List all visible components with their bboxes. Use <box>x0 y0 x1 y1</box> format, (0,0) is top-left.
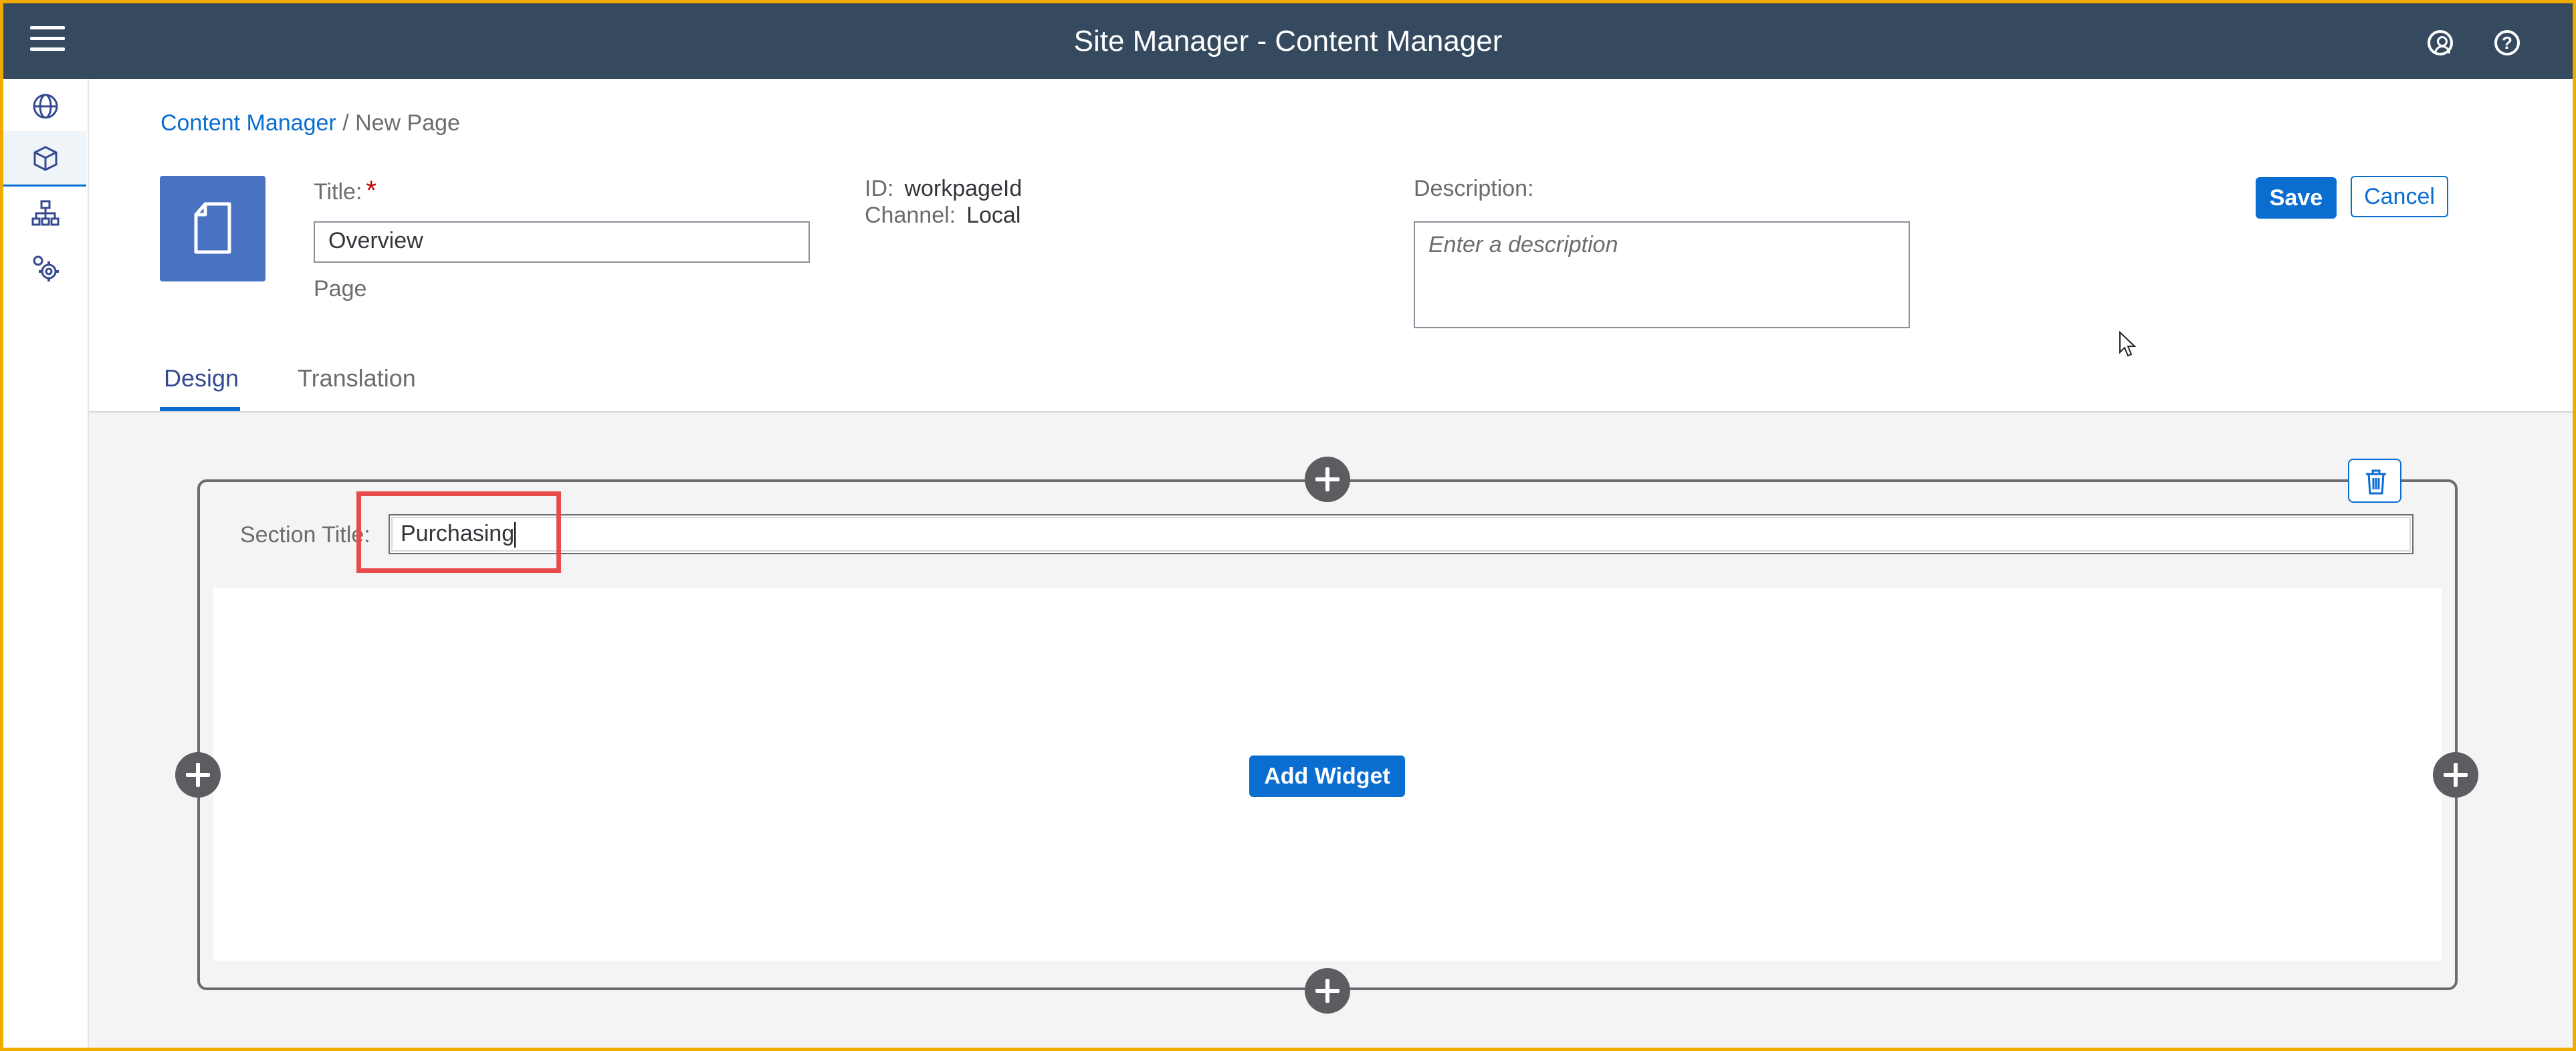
side-navigation <box>3 79 89 1048</box>
nav-item-structure[interactable] <box>3 186 86 239</box>
nav-item-sites[interactable] <box>3 79 86 132</box>
breadcrumb-current: New Page <box>355 110 460 136</box>
mouse-cursor-icon <box>2119 331 2136 357</box>
channel-value: Local <box>966 203 1021 228</box>
globe-icon <box>33 94 58 119</box>
app-window: Site Manager - Content Manager ? Content… <box>0 0 2576 1051</box>
required-marker: * <box>366 176 377 205</box>
title-label-text: Title: <box>314 179 362 205</box>
sitemap-icon <box>31 200 60 226</box>
shell-title: Site Manager - Content Manager <box>1073 25 1503 57</box>
tab-design[interactable]: Design <box>164 364 239 392</box>
user-icon[interactable] <box>2428 30 2453 55</box>
add-section-above-icon[interactable] <box>1305 457 1350 502</box>
section-title-input[interactable]: Purchasing <box>389 514 2413 554</box>
save-button[interactable]: Save <box>2256 177 2337 219</box>
document-icon <box>194 202 231 254</box>
cancel-button[interactable]: Cancel <box>2351 176 2448 217</box>
add-widget-button[interactable]: Add Widget <box>1249 755 1405 797</box>
help-icon[interactable]: ? <box>2494 30 2520 55</box>
settings-gears-icon <box>33 255 59 281</box>
id-value: workpageId <box>904 176 1023 201</box>
cube-icon <box>33 146 58 171</box>
section-title-label: Section Title: <box>240 522 370 548</box>
add-column-left-icon[interactable] <box>175 752 221 798</box>
trash-icon <box>2366 469 2386 495</box>
title-label: Title: * <box>314 176 377 206</box>
delete-section-button[interactable] <box>2348 459 2401 503</box>
channel-label: Channel: <box>865 203 956 228</box>
channel-row: Channel: Local <box>865 203 1021 229</box>
page-type-tile <box>160 176 265 281</box>
breadcrumb-link-content-manager[interactable]: Content Manager <box>160 110 336 136</box>
description-textarea[interactable]: Enter a description <box>1414 221 1910 328</box>
title-input[interactable]: Overview <box>314 221 810 263</box>
shell-bar: Site Manager - Content Manager ? <box>3 3 2573 79</box>
breadcrumb: Content Manager / New Page <box>160 110 460 136</box>
id-label: ID: <box>865 176 894 201</box>
breadcrumb-separator: / <box>342 110 349 136</box>
description-label: Description: <box>1414 176 1534 201</box>
add-column-right-icon[interactable] <box>2433 752 2478 798</box>
page-type-label: Page <box>314 276 367 302</box>
nav-item-settings[interactable] <box>3 241 86 294</box>
tab-translation[interactable]: Translation <box>298 364 416 392</box>
highlight-annotation <box>356 491 561 573</box>
add-section-below-icon[interactable] <box>1305 968 1350 1014</box>
nav-item-content-manager[interactable] <box>3 131 86 187</box>
id-row: ID: workpageId <box>865 176 1022 202</box>
